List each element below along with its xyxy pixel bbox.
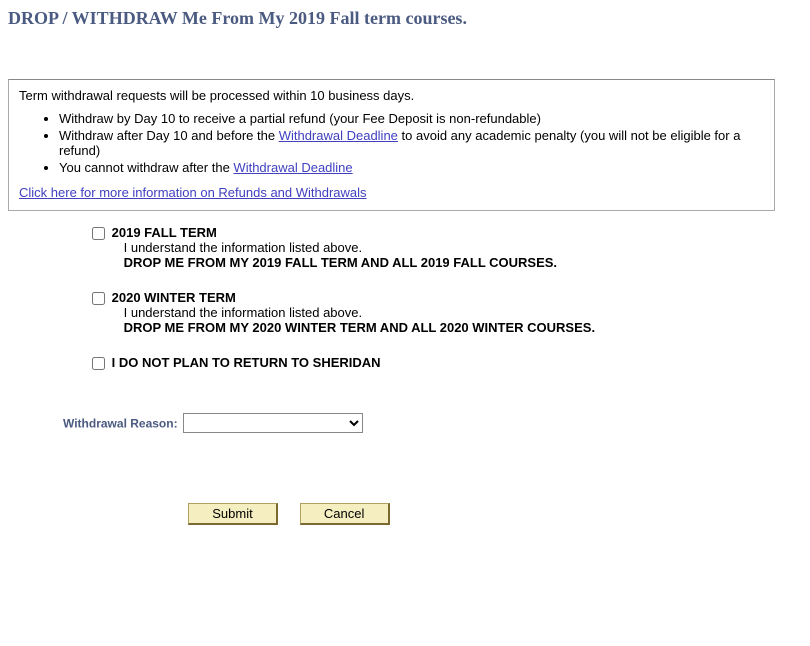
info-box: Term withdrawal requests will be process… [8, 79, 775, 211]
option-noreturn: I DO NOT PLAN TO RETURN TO SHERIDAN [88, 355, 802, 373]
info-lead: Term withdrawal requests will be process… [19, 88, 764, 103]
withdrawal-deadline-link[interactable]: Withdrawal Deadline [279, 128, 398, 143]
button-row: Submit Cancel [188, 503, 802, 525]
info-bullet: Withdraw by Day 10 to receive a partial … [59, 111, 764, 126]
info-bullet: You cannot withdraw after the Withdrawal… [59, 160, 764, 175]
checkbox-winter[interactable] [92, 292, 105, 305]
withdrawal-deadline-link[interactable]: Withdrawal Deadline [233, 160, 352, 175]
understand-winter: I understand the information listed abov… [112, 305, 362, 320]
withdrawal-reason-row: Withdrawal Reason: [63, 413, 802, 433]
term-winter-label: 2020 WINTER TERM [112, 290, 236, 305]
drop-fall: DROP ME FROM MY 2019 FALL TERM AND ALL 2… [112, 255, 557, 270]
info-bullets: Withdraw by Day 10 to receive a partial … [19, 111, 764, 175]
option-winter: 2020 WINTER TERM I understand the inform… [88, 290, 802, 335]
withdrawal-reason-label: Withdrawal Reason: [63, 417, 178, 431]
drop-winter: DROP ME FROM MY 2020 WINTER TERM AND ALL… [112, 320, 595, 335]
term-fall-label: 2019 FALL TERM [112, 225, 217, 240]
option-fall: 2019 FALL TERM I understand the informat… [88, 225, 802, 270]
submit-button[interactable]: Submit [188, 503, 278, 525]
bullet-text: Withdraw after Day 10 and before the [59, 128, 279, 143]
noreturn-label: I DO NOT PLAN TO RETURN TO SHERIDAN [112, 355, 381, 370]
understand-fall: I understand the information listed abov… [112, 240, 362, 255]
checkbox-noreturn[interactable] [92, 357, 105, 370]
info-bullet: Withdraw after Day 10 and before the Wit… [59, 128, 764, 158]
bullet-text: You cannot withdraw after the [59, 160, 233, 175]
more-info-link[interactable]: Click here for more information on Refun… [19, 185, 367, 200]
options-section: 2019 FALL TERM I understand the informat… [88, 225, 802, 373]
page-title: DROP / WITHDRAW Me From My 2019 Fall ter… [8, 8, 802, 29]
bullet-text: Withdraw by Day 10 to receive a partial … [59, 111, 541, 126]
checkbox-fall[interactable] [92, 227, 105, 240]
cancel-button[interactable]: Cancel [300, 503, 390, 525]
withdrawal-reason-select[interactable] [183, 413, 363, 433]
